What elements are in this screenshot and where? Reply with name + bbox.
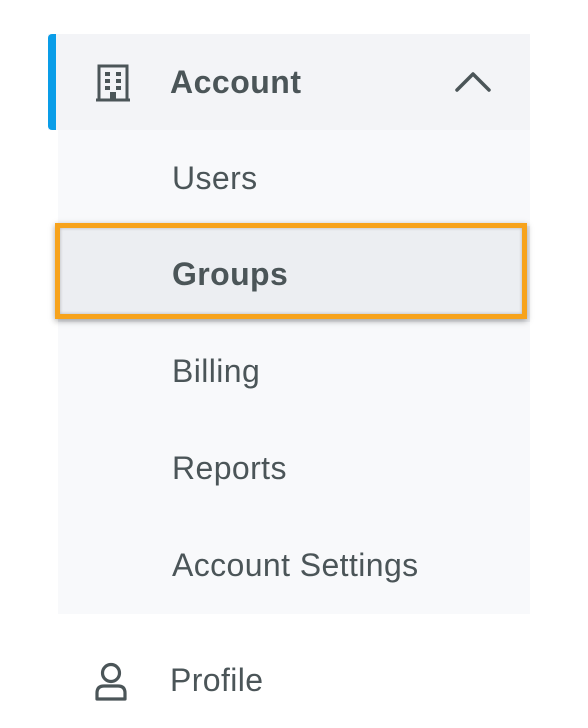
sidebar-nav: Account Users Groups Billing Reports Acc… <box>0 0 588 728</box>
submenu-item-reports[interactable]: Reports <box>58 420 530 516</box>
submenu-item-users[interactable]: Users <box>58 130 530 226</box>
account-submenu: Users Groups Billing Reports Account Set… <box>58 130 530 614</box>
chevron-up-icon[interactable] <box>454 68 492 94</box>
building-icon <box>96 64 130 102</box>
nav-section-label: Account <box>170 64 302 100</box>
nav-item-label: Profile <box>170 662 264 698</box>
nav-section-account[interactable]: Account <box>48 34 530 130</box>
submenu-item-account-settings[interactable]: Account Settings <box>58 517 530 613</box>
nav-item-profile[interactable]: Profile <box>48 632 530 728</box>
submenu-item-billing[interactable]: Billing <box>58 323 530 419</box>
submenu-item-groups[interactable]: Groups <box>58 226 530 322</box>
user-icon <box>95 662 127 701</box>
active-section-indicator <box>48 34 56 130</box>
